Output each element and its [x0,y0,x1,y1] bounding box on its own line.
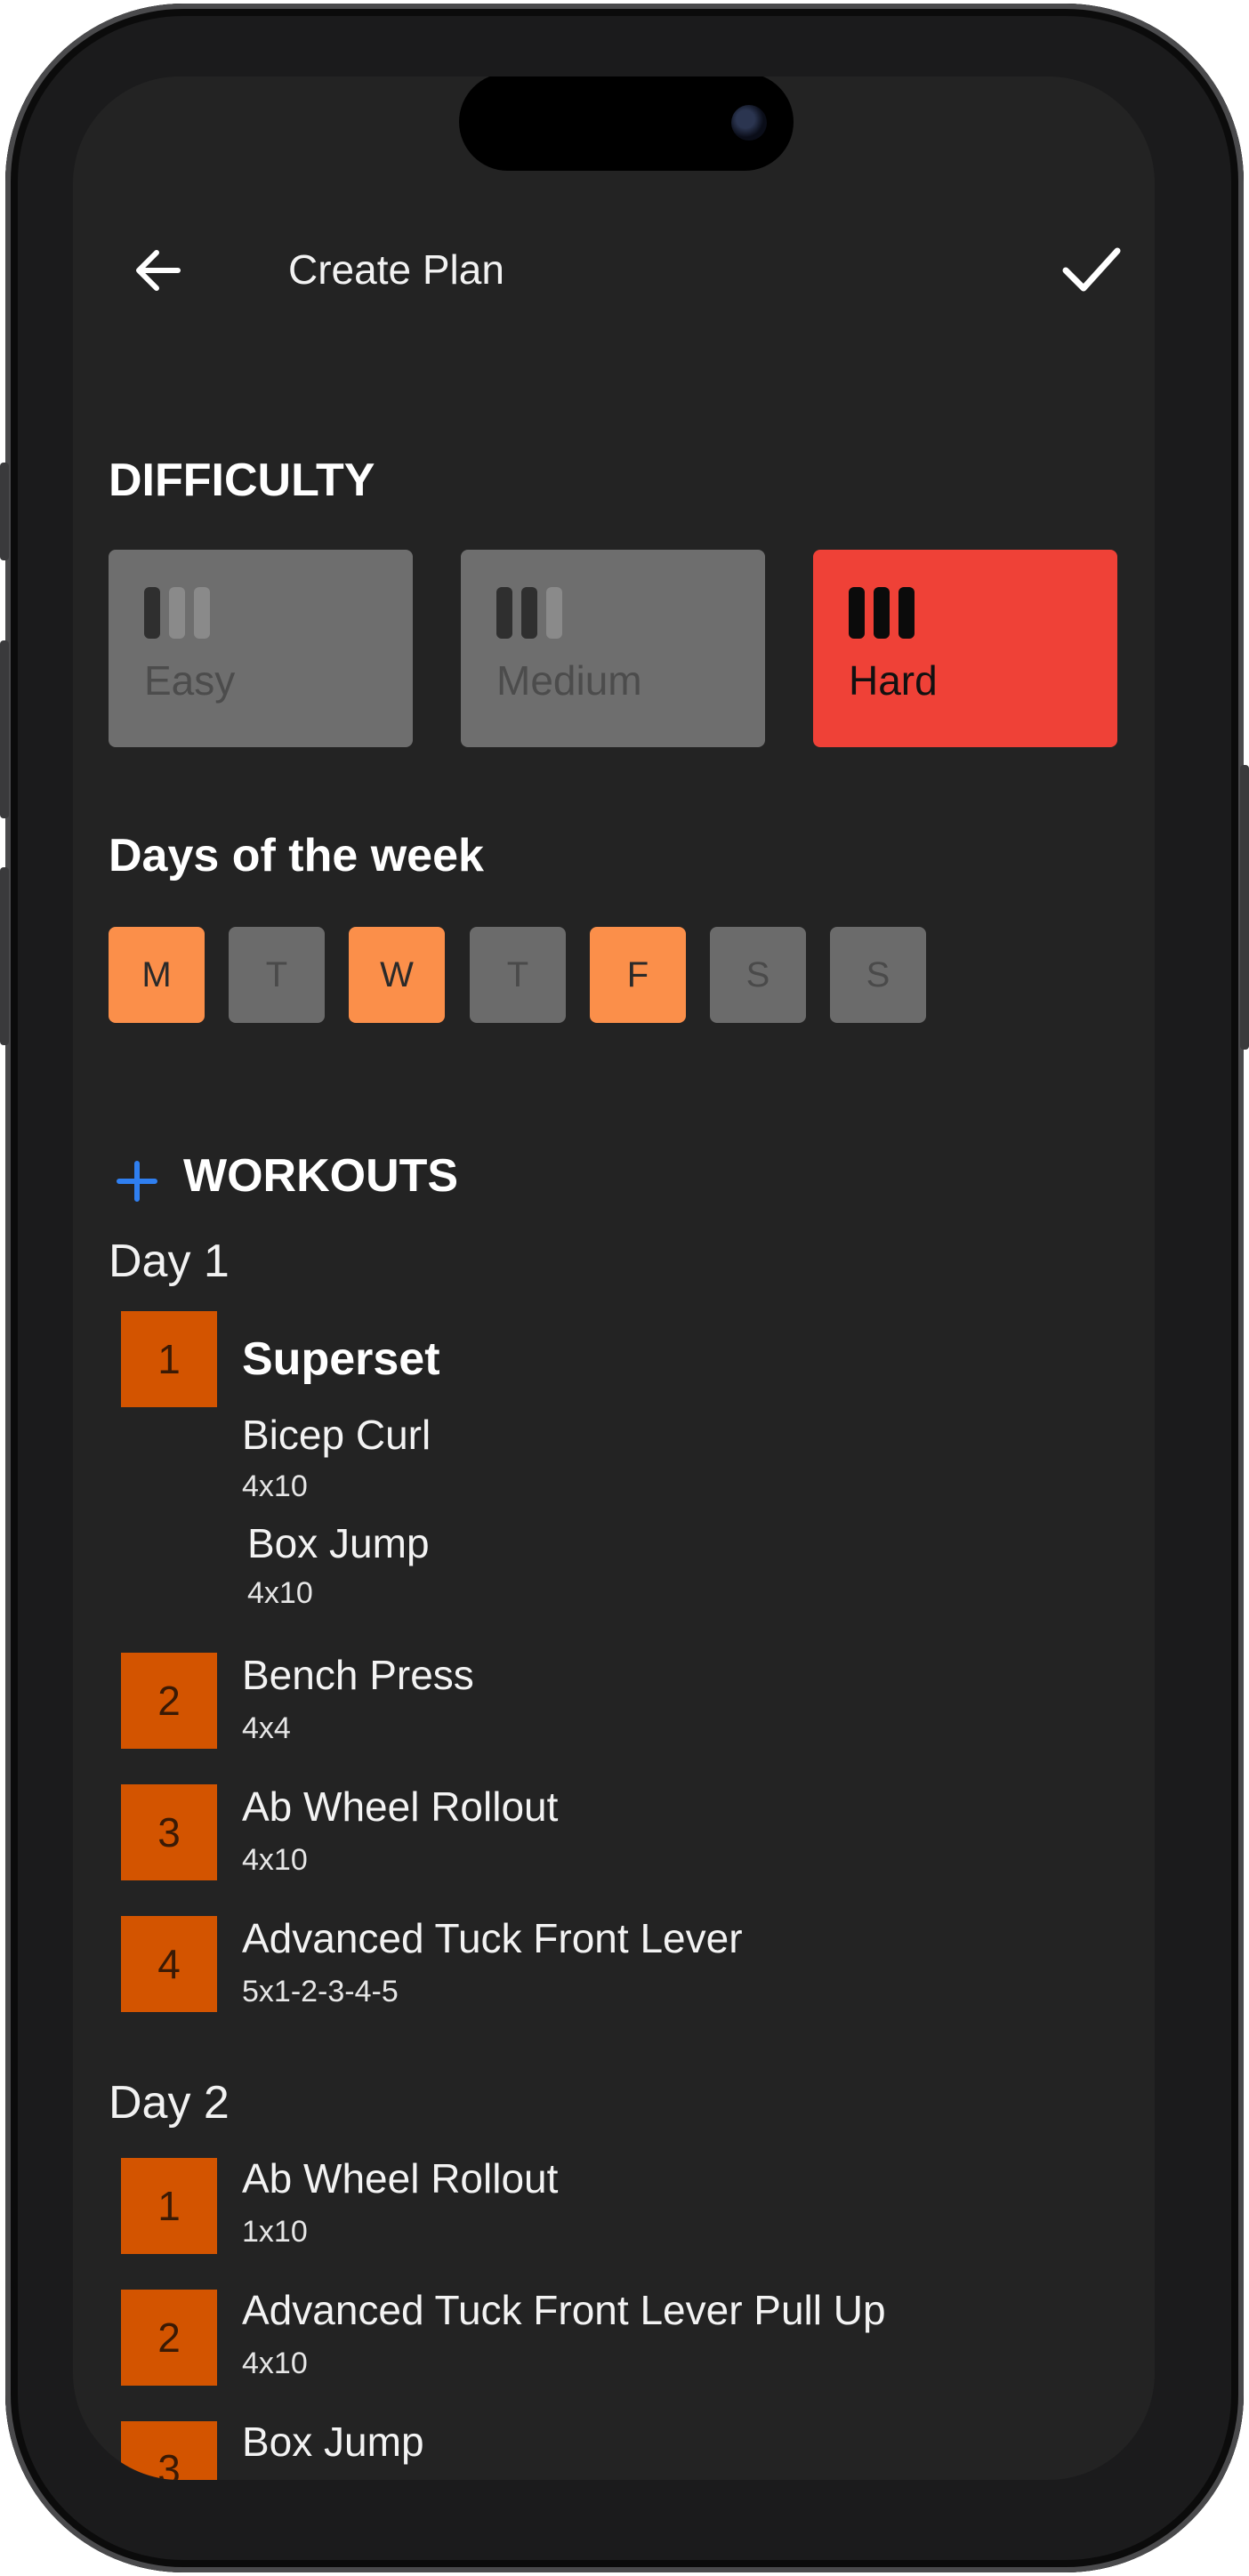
difficulty-label: Medium [496,657,642,704]
workout-number-badge: 4 [121,1916,217,2012]
day-toggle-wednesday[interactable]: W [349,927,445,1023]
day-toggle-friday[interactable]: F [590,927,686,1023]
difficulty-hard-button[interactable]: Hard [813,550,1117,747]
exercise-sets: 4x10 [242,1843,308,1877]
day-toggle-sunday[interactable]: S [830,927,926,1023]
difficulty-label: Easy [144,657,236,704]
exercise-name[interactable]: Advanced Tuck Front Lever Pull Up [242,2286,886,2334]
exercise-name[interactable]: Bicep Curl [242,1411,431,1459]
page-title: Create Plan [288,246,504,293]
day-heading: Day 1 [109,1236,230,1287]
bars-icon [496,587,562,639]
exercise-sets: 4x4 [242,1711,291,1745]
camera-icon [731,105,767,141]
day-toggle-tuesday[interactable]: T [229,927,325,1023]
bars-icon [144,587,210,639]
day-heading: Day 2 [109,2077,230,2129]
exercise-sets: 5x1-2-3-4-5 [242,1975,399,2008]
day-toggle-saturday[interactable]: S [710,927,806,1023]
exercise-sets: 1x10 [242,2215,308,2249]
arrow-left-icon[interactable] [130,242,187,299]
exercise-name[interactable]: Bench Press [242,1651,474,1699]
superset-label[interactable]: Superset [242,1332,440,1386]
exercise-sets: 4x10 [242,2347,308,2380]
workout-number-badge: 1 [121,2158,217,2254]
bars-icon [849,587,915,639]
exercise-name[interactable]: Box Jump [247,1519,430,1567]
check-icon[interactable] [1060,240,1123,297]
exercise-name[interactable]: Ab Wheel Rollout [242,1783,558,1831]
workout-number-badge: 3 [121,2421,217,2480]
side-button [0,867,9,1045]
difficulty-easy-button[interactable]: Easy [109,550,413,747]
workout-number-badge: 3 [121,1784,217,1880]
app-screen: Create Plan DIFFICULTY Easy Medium Hard … [73,76,1155,2480]
difficulty-medium-button[interactable]: Medium [461,550,765,747]
side-button [1240,765,1249,1050]
side-button [0,463,9,560]
exercise-name[interactable]: Ab Wheel Rollout [242,2154,558,2202]
exercise-sets: 4x10 [242,1469,308,1503]
plus-icon[interactable] [116,1160,158,1203]
exercise-name[interactable]: Box Jump [242,2418,424,2466]
days-title: Days of the week [109,830,484,881]
workout-number-badge: 2 [121,2290,217,2386]
workout-number-badge: 1 [121,1311,217,1407]
day-toggle-thursday[interactable]: T [470,927,566,1023]
workout-number-badge: 2 [121,1653,217,1749]
difficulty-title: DIFFICULTY [109,455,375,506]
day-toggle-monday[interactable]: M [109,927,205,1023]
exercise-sets: 4x10 [247,1576,313,1610]
exercise-name[interactable]: Advanced Tuck Front Lever [242,1914,743,1962]
dynamic-island [459,76,794,171]
workouts-title: WORKOUTS [183,1150,459,1202]
side-button [0,640,9,818]
difficulty-label: Hard [849,657,938,704]
